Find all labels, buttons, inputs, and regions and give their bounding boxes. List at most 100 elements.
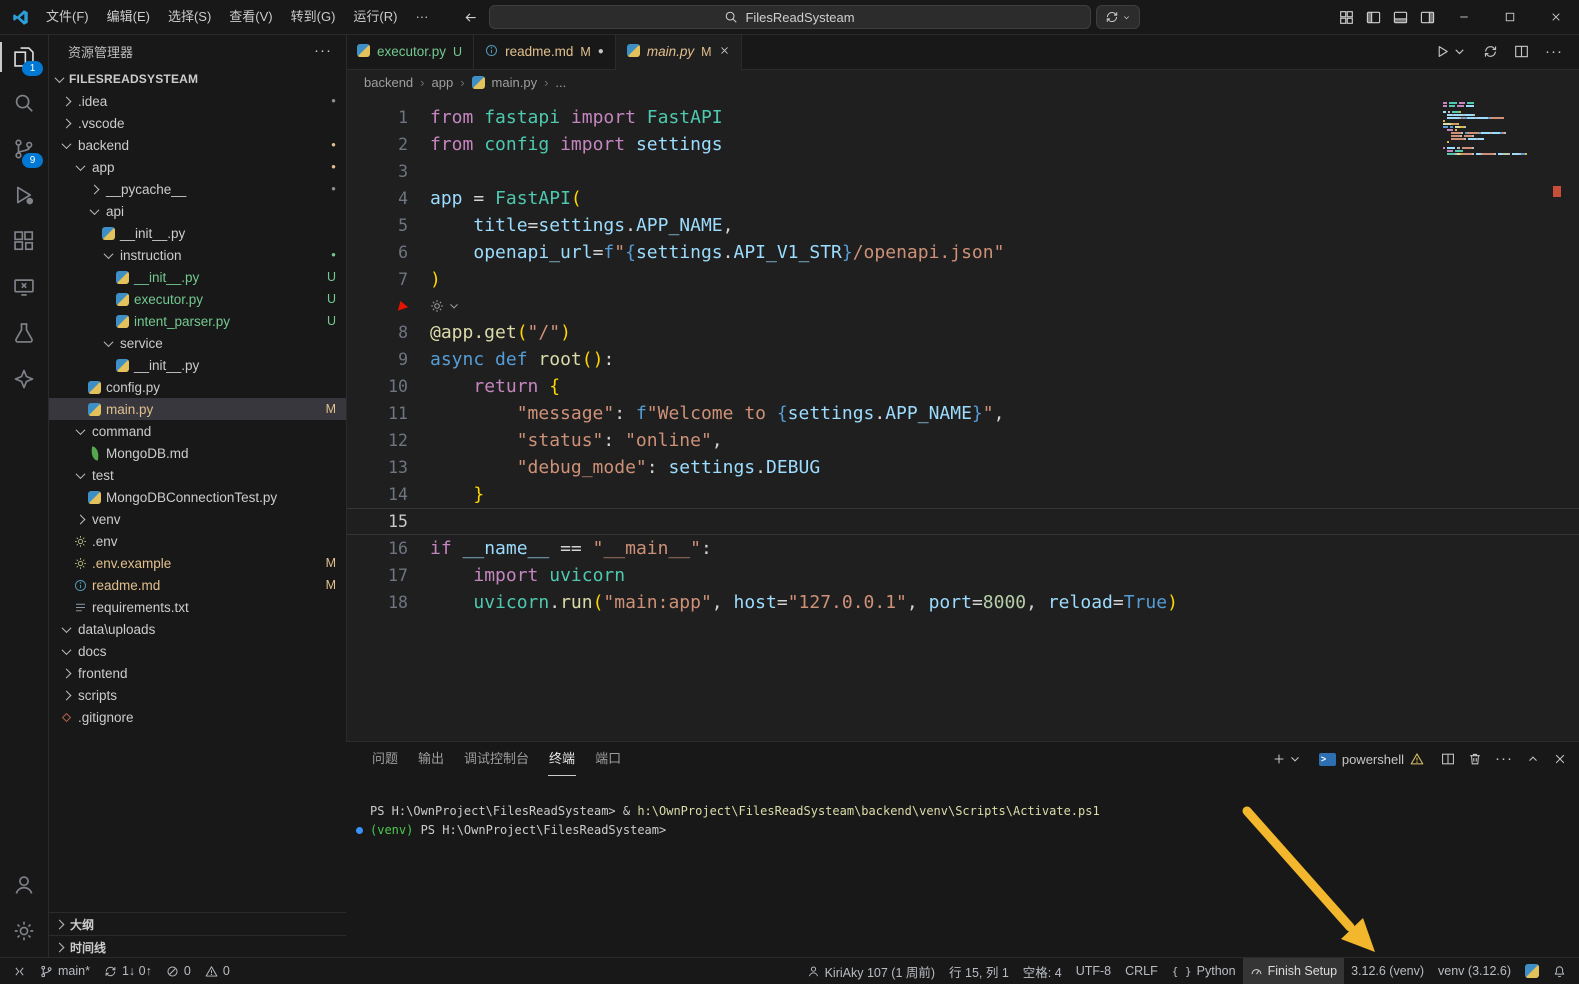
activity-settings[interactable]: [0, 908, 48, 954]
copilot-menu-button[interactable]: [1096, 5, 1140, 29]
tree-item[interactable]: backend●: [48, 134, 346, 156]
status-finish-setup[interactable]: Finish Setup: [1243, 958, 1344, 984]
panel-tab-1[interactable]: 问题: [362, 742, 408, 776]
status-venv-indicator[interactable]: venv (3.12.6): [1431, 958, 1518, 984]
status-git-blame[interactable]: KiriAky 107 (1 周前): [800, 958, 942, 984]
tree-item[interactable]: test: [48, 464, 346, 486]
status-notifications[interactable]: [1546, 958, 1573, 984]
status-cursor-position[interactable]: 行 15, 列 1: [942, 958, 1016, 984]
toggle-secondary-sidebar-icon[interactable]: [1414, 0, 1441, 34]
status-eol[interactable]: CRLF: [1118, 958, 1165, 984]
status-warnings[interactable]: 0: [198, 958, 237, 984]
tree-item[interactable]: app●: [48, 156, 346, 178]
menu-item[interactable]: 转到(G): [282, 0, 345, 34]
tree-item[interactable]: data\uploads: [48, 618, 346, 640]
run-or-refresh-icon[interactable]: [1483, 44, 1498, 59]
kill-terminal-icon[interactable]: [1468, 752, 1482, 766]
tree-item[interactable]: __init__.pyU: [48, 266, 346, 288]
tree-item[interactable]: intent_parser.pyU: [48, 310, 346, 332]
status-branch[interactable]: main*: [33, 958, 97, 984]
launch-profile-button[interactable]: [1272, 752, 1302, 766]
back-icon[interactable]: [463, 10, 478, 25]
minimize-button[interactable]: [1441, 0, 1487, 34]
tab-readme.md[interactable]: readme.mdM●: [474, 34, 616, 69]
maximize-panel-icon[interactable]: [1526, 752, 1540, 766]
tab-main.py[interactable]: main.pyM: [616, 34, 742, 69]
tree-item[interactable]: scripts: [48, 684, 346, 706]
menu-item[interactable]: ···: [406, 0, 437, 34]
tree-item[interactable]: __init__.py: [48, 222, 346, 244]
tree-item[interactable]: .vscode: [48, 112, 346, 134]
panel-tab-4[interactable]: 终端: [539, 742, 585, 776]
breadcrumb-item[interactable]: app: [432, 75, 454, 90]
terminal-content[interactable]: PS H:\OwnProject\FilesReadSysteam> & h:\…: [346, 776, 1579, 958]
status-language-mode[interactable]: { }Python: [1165, 958, 1243, 984]
status-remote-indicator[interactable]: [6, 958, 33, 984]
tree-item[interactable]: MongoDBConnectionTest.py: [48, 486, 346, 508]
status-python-logo[interactable]: [1518, 958, 1546, 984]
breadcrumb-item[interactable]: main.py: [492, 75, 538, 90]
breadcrumb-item[interactable]: ...: [555, 75, 566, 90]
tree-item[interactable]: command: [48, 420, 346, 442]
activity-run-and-debug[interactable]: [0, 172, 48, 218]
status-indentation[interactable]: 空格: 4: [1016, 958, 1069, 984]
toggle-primary-sidebar-icon[interactable]: [1360, 0, 1387, 34]
tree-item[interactable]: service: [48, 332, 346, 354]
run-python-file-button[interactable]: [1435, 44, 1467, 59]
menu-item[interactable]: 编辑(E): [98, 0, 159, 34]
tree-item[interactable]: api: [48, 200, 346, 222]
panel-tab-2[interactable]: 输出: [408, 742, 454, 776]
tree-item[interactable]: config.py: [48, 376, 346, 398]
activity-source-control[interactable]: 9: [0, 126, 48, 172]
tree-item[interactable]: .idea●: [48, 90, 346, 112]
activity-extension[interactable]: [0, 356, 48, 402]
menu-item[interactable]: 选择(S): [159, 0, 220, 34]
code-editor[interactable]: 1from fastapi import FastAPI2from config…: [346, 94, 1579, 742]
toggle-panel-icon[interactable]: [1387, 0, 1414, 34]
timeline-section[interactable]: 时间线: [48, 935, 346, 958]
menu-item[interactable]: 查看(V): [220, 0, 281, 34]
tree-root[interactable]: FILESREADSYSTEAM: [48, 68, 346, 90]
tree-item[interactable]: main.pyM: [48, 398, 346, 420]
tree-item[interactable]: instruction●: [48, 244, 346, 266]
status-errors[interactable]: 0: [159, 958, 198, 984]
status-python-interpreter[interactable]: 3.12.6 (venv): [1344, 958, 1431, 984]
status-sync-changes[interactable]: 1↓ 0↑: [97, 958, 159, 984]
tree-item[interactable]: requirements.txt: [48, 596, 346, 618]
close-window-button[interactable]: [1533, 0, 1579, 34]
customize-layout-icon[interactable]: [1333, 0, 1360, 34]
activity-remote-explorer[interactable]: [0, 264, 48, 310]
more-actions-icon[interactable]: ···: [314, 46, 332, 56]
close-tab-icon[interactable]: [719, 44, 730, 59]
tree-item[interactable]: .env.exampleM: [48, 552, 346, 574]
more-actions-icon[interactable]: ···: [1495, 754, 1513, 764]
command-center-search[interactable]: FilesReadSysteam: [489, 5, 1091, 29]
tree-item[interactable]: MongoDB.md: [48, 442, 346, 464]
activity-explorer[interactable]: 1: [0, 34, 48, 80]
command-decoration[interactable]: [356, 827, 363, 834]
tree-item[interactable]: __init__.py: [48, 354, 346, 376]
activity-testing[interactable]: [0, 310, 48, 356]
tree-item[interactable]: __pycache__●: [48, 178, 346, 200]
tree-item[interactable]: .gitignore: [48, 706, 346, 728]
breadcrumb-item[interactable]: backend: [364, 75, 413, 90]
activity-accounts[interactable]: [0, 862, 48, 908]
tree-item[interactable]: docs: [48, 640, 346, 662]
inline-widget[interactable]: [346, 293, 1579, 319]
minimap[interactable]: [1443, 102, 1535, 156]
tree-item[interactable]: venv: [48, 508, 346, 530]
panel-tab-5[interactable]: 端口: [585, 742, 631, 776]
menu-item[interactable]: 运行(R): [344, 0, 406, 34]
maximize-button[interactable]: [1487, 0, 1533, 34]
close-panel-icon[interactable]: [1553, 752, 1567, 766]
tree-item[interactable]: readme.mdM: [48, 574, 346, 596]
tree-item[interactable]: .env: [48, 530, 346, 552]
menu-item[interactable]: 文件(F): [37, 0, 98, 34]
split-terminal-icon[interactable]: [1441, 752, 1455, 766]
tree-item[interactable]: frontend: [48, 662, 346, 684]
activity-search[interactable]: [0, 80, 48, 126]
status-encoding[interactable]: UTF-8: [1069, 958, 1118, 984]
panel-tab-3[interactable]: 调试控制台: [454, 742, 539, 776]
tab-executor.py[interactable]: executor.pyU: [346, 34, 474, 69]
tree-item[interactable]: executor.pyU: [48, 288, 346, 310]
